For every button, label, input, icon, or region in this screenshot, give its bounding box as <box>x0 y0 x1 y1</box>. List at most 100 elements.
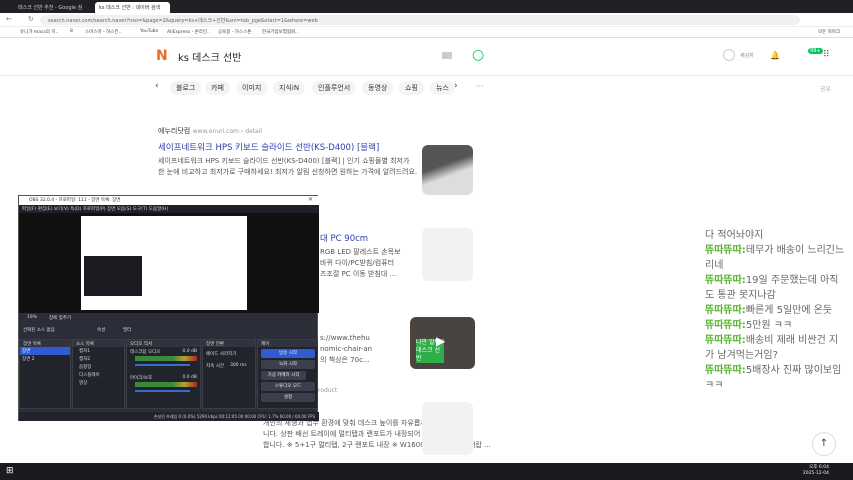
transition-select[interactable]: 페이드 사라지기 <box>206 351 236 357</box>
search-result: 에누리닷컴 www.enuri.com › detail 세이프네트워크 HPS… <box>158 126 418 178</box>
result-title[interactable]: 대 PC 90cm <box>320 232 368 244</box>
volume-meter <box>135 356 197 361</box>
source-item[interactable]: 영상 <box>79 380 118 388</box>
desc-line: nomic-chair-an <box>320 345 373 353</box>
obs-preview[interactable] <box>19 213 319 313</box>
windows-start-icon[interactable]: ⊞ <box>6 466 14 476</box>
apps-grid-icon[interactable]: ⠿ <box>823 50 830 60</box>
clock[interactable]: 오후 6:04 2025-12-04 <box>803 465 829 477</box>
more-icon[interactable]: ··· <box>476 82 484 91</box>
fit-mode[interactable]: 창에 맞추기 <box>49 315 71 321</box>
studio-mode-button[interactable]: 스튜디오 모드 <box>261 382 315 391</box>
search-icon[interactable]: ○ <box>472 47 484 63</box>
menu-item[interactable]: 도구(T) <box>133 207 148 212</box>
scroll-to-top-button[interactable]: ↑ <box>812 432 836 456</box>
mixer-channel-name: 데스크탑 오디오 <box>130 350 161 355</box>
naver-logo[interactable]: N <box>156 49 170 63</box>
nav-tab[interactable]: 동영상 <box>362 81 394 95</box>
menu-item[interactable]: 장면 모음(S) <box>107 207 131 212</box>
result-source[interactable]: 에누리닷컴 <box>158 127 190 135</box>
nav-next-icon[interactable]: › <box>454 81 458 91</box>
reload-icon[interactable]: ↻ <box>28 15 34 23</box>
result-url: www.enuri.com › detail <box>192 128 263 135</box>
browser-tab[interactable]: 데스크 선반 추천 - Google 검 <box>14 2 82 13</box>
avatar[interactable] <box>723 49 735 61</box>
bookmark[interactable]: 스마스마 - 하스킨.. <box>85 29 121 35</box>
dock-header: 제어 <box>258 340 317 347</box>
dock-header: 장면 전환 <box>203 340 255 347</box>
nav-tab[interactable]: 쇼핑 <box>399 81 424 95</box>
settings-button[interactable]: 설정 <box>261 393 315 402</box>
source-item[interactable]: 음향장 <box>79 364 118 372</box>
start-recording-button[interactable]: 녹화 시작 <box>261 360 315 369</box>
dock-header: 오디오 믹서 <box>127 340 200 347</box>
result-title[interactable]: 세이프네트워크 HPS 키보드 슬라이드 선반(KS-D400) [블랙] <box>158 141 418 153</box>
duration-input[interactable]: 300 ms <box>230 363 247 368</box>
chat-message: 뜌따뜌따:배송비 제래 비싼건 지가 남겨먹는거임? <box>705 333 845 363</box>
menu-item[interactable]: 프로파일(P) <box>83 207 106 212</box>
share-button[interactable]: 공유 <box>820 84 831 93</box>
zoom-level[interactable]: 19% <box>27 315 37 320</box>
chat-nick: 뜌따뜌따: <box>705 305 746 316</box>
browser-tab-active[interactable]: ks 데스크 선반 : 네이버 검색 <box>95 2 170 13</box>
user-name[interactable]: 새김하 <box>740 52 754 59</box>
menu-item[interactable]: 편집(E) <box>38 207 53 212</box>
all-bookmarks[interactable]: 모든 북마크 <box>818 29 840 35</box>
bookmark[interactable]: 유니가 macs의 치.. <box>20 29 58 35</box>
bookmark[interactable]: AliExpress - 온라인.. <box>167 29 210 35</box>
desc-line: 바퀴 다이/PC받침/컴퓨터 <box>320 259 395 267</box>
audio-mixer-dock: 오디오 믹서 데스크탑 오디오 0.0 dB 마이크/보조 0.0 dB <box>126 339 201 409</box>
menu-item[interactable]: 보기(V) <box>54 207 69 212</box>
taskbar: ⊞ 오후 6:04 2025-12-04 <box>0 463 853 480</box>
menu-item[interactable]: 도움말(H) <box>149 207 168 212</box>
chat-message: 뜌따뜌따:테무가 배송이 느리긴느리네 <box>705 243 845 273</box>
chat-nick: 뜌따뜌따: <box>705 320 746 331</box>
source-item[interactable]: 캡처1 <box>79 348 118 356</box>
source-item[interactable]: 디스플레이 <box>79 372 118 380</box>
bookmark[interactable]: 8 <box>70 29 73 34</box>
nav-tab[interactable]: 카페 <box>205 81 230 95</box>
scene-item[interactable]: 장면 2 <box>20 355 70 363</box>
result-thumbnail[interactable] <box>422 145 473 195</box>
chat-text: 빠른게 5일만에 온듯 <box>745 305 833 316</box>
bookmark[interactable]: 한국기업보험협회.. <box>262 29 298 35</box>
menu-item[interactable]: 독(D) <box>70 207 81 212</box>
nav-tab[interactable]: 지식iN <box>273 81 306 95</box>
video-thumbnail[interactable]: 나만 알던 데스크 선반 ▶ <box>410 317 475 369</box>
url-input[interactable]: search.naver.com/search.naver?nso=&page=… <box>40 15 800 25</box>
menu-item[interactable]: 파일(F) <box>22 207 36 212</box>
start-streaming-button[interactable]: 방송 시작 <box>261 349 315 358</box>
mail-badge[interactable]: 99+ <box>808 48 823 54</box>
back-icon[interactable]: ← <box>6 15 12 23</box>
nav-tab[interactable]: 이미지 <box>236 81 268 95</box>
volume-slider[interactable] <box>135 390 190 392</box>
obs-title-bar: OBS 32.0.4 - 프로파일: 111 - 장면 목록: 장면 <box>19 196 319 205</box>
result-thumbnail[interactable] <box>422 402 473 455</box>
nav-tab[interactable]: 블로그 <box>170 81 202 95</box>
result-thumbnail[interactable] <box>422 228 473 281</box>
scene-item[interactable]: 장면 <box>20 347 70 355</box>
nav-tab[interactable]: 뉴스 <box>430 81 454 95</box>
properties-button[interactable]: 속성 <box>97 327 105 333</box>
volume-slider[interactable] <box>135 364 190 366</box>
nav-tab[interactable]: 인플루언서 <box>312 81 357 95</box>
result-desc: 세이프네트워크 HPS 키보드 슬라이드 선반(KS-D400) [블랙] | … <box>158 157 418 176</box>
source-item[interactable]: 캡처2 <box>79 356 118 364</box>
play-icon[interactable]: ▶ <box>436 334 445 348</box>
nav-prev-icon[interactable]: ‹ <box>155 81 159 91</box>
desc-line: s://www.thehu <box>320 334 370 342</box>
bookmark[interactable]: YouTube <box>140 29 158 34</box>
preview-canvas <box>81 216 247 310</box>
close-icon[interactable]: ✕ <box>308 196 313 203</box>
keyboard-icon[interactable] <box>442 52 452 59</box>
mixer-db: 0.0 dB <box>182 375 197 380</box>
bookmark[interactable]: 공육봉 - 하스스톤 <box>218 29 251 35</box>
chat-text: 5만원 ㅋㅋ <box>745 320 793 331</box>
desc-line: RGB LED 팔레스트 손목보 <box>320 248 401 256</box>
chat-nick: 뜌따뜌따: <box>705 365 746 376</box>
mixer-db: 0.0 dB <box>182 349 197 354</box>
search-input[interactable]: ks 데스크 선반 <box>178 49 241 64</box>
start-virtual-camera-button[interactable]: 가상 카메라 시작 <box>261 371 306 380</box>
notification-bell-icon[interactable]: 🔔 <box>770 51 780 60</box>
filters-button[interactable]: 필터 <box>123 327 131 333</box>
